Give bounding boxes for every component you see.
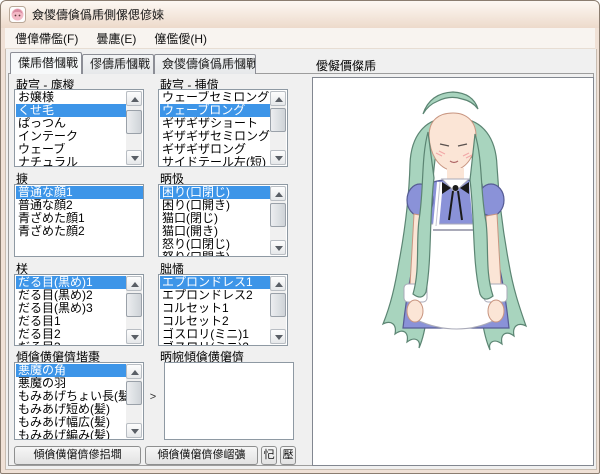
list-item[interactable]: くせ毛 bbox=[16, 104, 126, 117]
list-item[interactable]: 青ざめた顔2 bbox=[16, 225, 143, 238]
character-image bbox=[381, 91, 528, 351]
list-item[interactable]: 困り(口開き) bbox=[160, 199, 270, 212]
list-item[interactable]: ギザギザショート bbox=[160, 117, 270, 130]
scroll-up-button[interactable] bbox=[126, 364, 142, 379]
list-item[interactable]: ギザギザセミロング bbox=[160, 130, 270, 143]
scrollbar[interactable] bbox=[270, 186, 286, 255]
scrollbar[interactable] bbox=[126, 276, 142, 344]
clothes-listbox[interactable]: エプロンドレス1エプロンドレス2コルセット1コルセット2ゴスロリ(ミニ)1ゴスロ… bbox=[158, 274, 288, 346]
tab-color-select[interactable]: 僇儔乕慖戰 bbox=[82, 54, 154, 74]
window-title: 僉儍儔僋僞乕側傫偲偐婡 bbox=[32, 8, 165, 22]
tab-character-select[interactable]: 僉儍儔僋僞乕慖戰 bbox=[154, 54, 256, 74]
scrollbar[interactable] bbox=[270, 276, 286, 344]
list-item[interactable]: もみあげ編み(髪) bbox=[16, 429, 126, 439]
scroll-thumb[interactable] bbox=[270, 108, 286, 132]
preview-label: 僾儗價儏乕 bbox=[316, 59, 377, 73]
list-item[interactable]: お嬢様 bbox=[16, 91, 126, 104]
list-item[interactable]: ぱっつん bbox=[16, 117, 126, 130]
client-area: 僷乕僣慖戰 僇儔乕慖戰 僉儍儔僋僞乕慖戰 敮宆 - 庬椶 お嬢様 くせ毛 ぱっつんイ… bbox=[5, 49, 597, 470]
list-item[interactable]: ウェーブ bbox=[16, 143, 126, 156]
list-item[interactable]: 普通な顔2 bbox=[16, 199, 143, 212]
scroll-up-button[interactable] bbox=[270, 186, 286, 201]
list-item[interactable]: ゴスロリ(ミニ)1 bbox=[160, 328, 270, 341]
scroll-down-button[interactable] bbox=[270, 329, 286, 344]
list-item[interactable]: だる目(黒め)1 bbox=[16, 276, 126, 289]
equipped-accessories-listbox[interactable] bbox=[164, 362, 294, 440]
list-item[interactable]: ギザギザロング bbox=[160, 143, 270, 156]
list-item[interactable]: 普通な顔1 bbox=[16, 186, 143, 199]
menu-help[interactable]: 僿儖僾(H) bbox=[146, 28, 215, 49]
app-window: 僉儍儔僋僞乕側傫偲偐婡 僼傽僀儖(F) 曇廤(E) 僿儖僾(H) 僷乕僣慖戰 僇… bbox=[0, 0, 600, 474]
scroll-thumb[interactable] bbox=[126, 110, 142, 134]
app-icon bbox=[9, 6, 26, 23]
list-item[interactable]: ナチュラル bbox=[16, 156, 126, 166]
scroll-thumb[interactable] bbox=[270, 203, 286, 227]
tab-parts-select[interactable]: 僷乕僣慖戰 bbox=[10, 52, 82, 74]
add-accessory-button[interactable]: 傾僋僙僒儕傪捛壛 bbox=[14, 446, 141, 465]
face-listbox[interactable]: 普通な顔1 普通な顔2 青ざめた顔1 青ざめた顔2 bbox=[14, 184, 144, 257]
menu-edit[interactable]: 曇廤(E) bbox=[88, 28, 144, 49]
hair-back-listbox[interactable]: ウェーブセミロング ウェーブロング ギザギザショート ギザギザセミロング ギザギザロング… bbox=[158, 89, 288, 167]
hair-top bbox=[422, 91, 479, 115]
scroll-down-button[interactable] bbox=[270, 240, 286, 255]
list-item[interactable]: だる目(黒め)3 bbox=[16, 302, 126, 315]
remove-accessory-button[interactable]: 傾僋僙僒儕傪嶍彍 bbox=[145, 446, 258, 465]
list-item[interactable]: 怒り(口開き) bbox=[160, 251, 270, 256]
list-item[interactable]: 猫口(閉じ) bbox=[160, 212, 270, 225]
scrollbar[interactable] bbox=[126, 91, 142, 165]
list-item[interactable]: 怒り(口閉じ) bbox=[160, 238, 270, 251]
move-down-button[interactable]: 壓 bbox=[280, 446, 296, 465]
list-item[interactable]: エプロンドレス2 bbox=[160, 289, 270, 302]
scroll-up-button[interactable] bbox=[126, 91, 142, 106]
scroll-thumb[interactable] bbox=[126, 381, 142, 405]
menu-file[interactable]: 僼傽僀儖(F) bbox=[7, 28, 86, 49]
eyes-listbox[interactable]: だる目(黒め)1だる目(黒め)2だる目(黒め)3だる目1だる目2だる目3 bbox=[14, 274, 144, 346]
list-item[interactable]: 悪魔の羽 bbox=[16, 377, 126, 390]
titlebar[interactable]: 僉儍儔僋僞乕側傫偲偐婡 bbox=[1, 1, 599, 28]
scroll-down-button[interactable] bbox=[126, 329, 142, 344]
list-item[interactable]: ゴスロリ(ミニ)2 bbox=[160, 341, 270, 345]
list-item[interactable]: だる目1 bbox=[16, 315, 126, 328]
list-item[interactable]: サイドテール左(短) bbox=[160, 156, 270, 166]
character-preview bbox=[312, 77, 594, 466]
list-item[interactable]: ウェーブセミロング bbox=[160, 91, 270, 104]
list-item[interactable]: コルセット2 bbox=[160, 315, 270, 328]
equip-accessory-button[interactable]: > bbox=[146, 389, 160, 407]
list-item[interactable]: だる目3 bbox=[16, 341, 126, 345]
scroll-up-button[interactable] bbox=[270, 276, 286, 291]
scroll-down-button[interactable] bbox=[126, 150, 142, 165]
expression-listbox[interactable]: 困り(口閉じ)困り(口開き)猫口(閉じ)猫口(開き)怒り(口閉じ)怒り(口開き) bbox=[158, 184, 288, 257]
list-item[interactable]: もみあげ短め(髪) bbox=[16, 403, 126, 416]
list-item[interactable]: 困り(口閉じ) bbox=[160, 186, 270, 199]
accessory-listbox[interactable]: 悪魔の角 悪魔の羽 もみあげちょい長(髪) もみあげ短め(髪) もみあげ幅広(髪) もみあ… bbox=[14, 362, 144, 440]
scroll-up-button[interactable] bbox=[126, 276, 142, 291]
scroll-down-button[interactable] bbox=[270, 150, 286, 165]
scroll-up-button[interactable] bbox=[270, 91, 286, 106]
scroll-down-button[interactable] bbox=[126, 423, 142, 438]
list-item[interactable]: 猫口(開き) bbox=[160, 225, 270, 238]
menubar: 僼傽僀儖(F) 曇廤(E) 僿儖僾(H) bbox=[5, 28, 595, 49]
list-item[interactable]: コルセット1 bbox=[160, 302, 270, 315]
list-item[interactable]: 悪魔の角 bbox=[16, 364, 126, 377]
list-item[interactable]: エプロンドレス1 bbox=[160, 276, 270, 289]
list-item[interactable]: だる目(黒め)2 bbox=[16, 289, 126, 302]
list-item[interactable]: もみあげちょい長(髪) bbox=[16, 390, 126, 403]
scroll-thumb[interactable] bbox=[270, 293, 286, 317]
move-up-button[interactable]: 忋 bbox=[261, 446, 277, 465]
list-item[interactable]: インテーク bbox=[16, 130, 126, 143]
list-item[interactable]: ウェーブロング bbox=[160, 104, 270, 117]
scrollbar[interactable] bbox=[126, 364, 142, 438]
scroll-thumb[interactable] bbox=[126, 293, 142, 317]
list-item[interactable]: だる目2 bbox=[16, 328, 126, 341]
hair-front-listbox[interactable]: お嬢様 くせ毛 ぱっつん インテーク ウェーブ ナチュラル bbox=[14, 89, 144, 167]
list-item[interactable]: もみあげ幅広(髪) bbox=[16, 416, 126, 429]
scrollbar[interactable] bbox=[270, 91, 286, 165]
list-item[interactable]: 青ざめた顔1 bbox=[16, 212, 143, 225]
